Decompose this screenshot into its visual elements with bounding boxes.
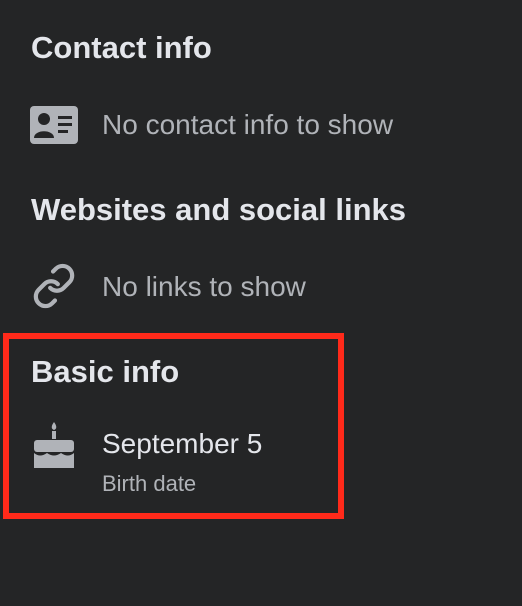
birthday-cake-icon [30, 422, 78, 468]
links-empty-text: No links to show [102, 271, 306, 302]
contact-info-heading: Contact info [31, 30, 212, 65]
link-icon [30, 263, 78, 309]
websites-heading: Websites and social links [31, 192, 407, 227]
basic-info-heading: Basic info [31, 354, 180, 389]
birthday-label: Birth date [102, 471, 197, 496]
contact-card-icon [30, 105, 78, 145]
contact-empty-text: No contact info to show [102, 109, 394, 140]
birthday-value: September 5 [102, 428, 263, 459]
about-page: Contact info No contact info to show Web… [0, 0, 522, 606]
